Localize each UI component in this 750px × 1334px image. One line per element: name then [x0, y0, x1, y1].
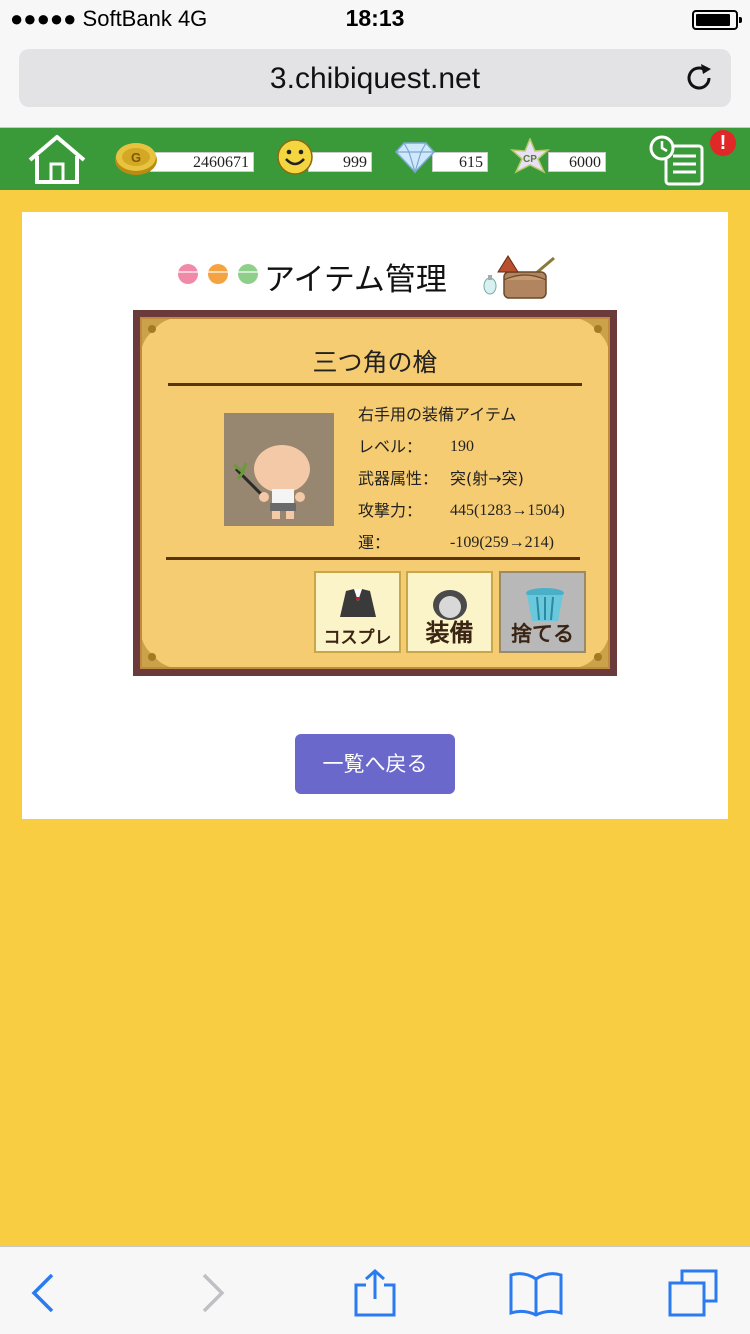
- chibi-character-icon: [233, 445, 310, 519]
- pink-dot-icon: [178, 264, 198, 284]
- svg-text:G: G: [131, 150, 141, 165]
- stat-label: 武器属性：: [358, 469, 439, 488]
- stat-value: 突(射→突): [450, 469, 524, 488]
- stat-row-attack: 攻撃力： 445(1283→1504): [358, 495, 608, 527]
- stat-row-level: レベル： 190: [358, 431, 608, 463]
- status-bar: ●●●●● SoftBank 4G 18:13: [0, 0, 750, 40]
- cp-counter: 6000 CP: [508, 138, 608, 178]
- back-arrow-icon[interactable]: [22, 1269, 72, 1317]
- gold-counter: 2460671 G: [114, 138, 256, 178]
- url-text: 3.chibiquest.net: [269, 62, 481, 95]
- home-icon[interactable]: [24, 132, 90, 188]
- page-title: アイテム管理: [264, 262, 447, 298]
- tabs-icon[interactable]: [668, 1269, 718, 1317]
- notification-badge[interactable]: !: [710, 130, 736, 156]
- clock-list-icon[interactable]: [648, 132, 710, 188]
- smile-icon: [277, 139, 313, 175]
- bookmarks-icon[interactable]: [508, 1269, 564, 1317]
- cp-star-icon: CP: [509, 138, 551, 174]
- character-portrait: [224, 413, 334, 526]
- item-card: 三つ角の槍 右手用の装備アイテム レベル： 190 武器属性： 突(射→突) 攻…: [133, 310, 617, 676]
- stat-label: 運：: [358, 533, 391, 552]
- stat-value: 445(1283→1504): [450, 502, 565, 519]
- browser-toolbar: [0, 1246, 750, 1334]
- stat-label: 攻撃力：: [358, 501, 423, 520]
- page-heading: アイテム管理: [172, 252, 592, 302]
- browser-address-bar: 3.chibiquest.net: [0, 40, 750, 128]
- gold-value: 2460671: [150, 152, 254, 172]
- stat-row-luck: 運： -109(259→214): [358, 527, 608, 559]
- discard-button[interactable]: 捨てる: [499, 571, 586, 653]
- back-to-list-button[interactable]: 一覧へ戻る: [295, 734, 455, 794]
- diamond-icon: [394, 142, 436, 175]
- diamond-value: 615: [432, 152, 488, 172]
- svg-text:CP: CP: [523, 154, 537, 165]
- divider-top: [168, 383, 582, 386]
- item-description: 右手用の装備アイテム: [358, 405, 517, 424]
- diamond-counter: 615: [392, 138, 490, 178]
- stat-value: 190: [450, 438, 474, 455]
- green-dot-icon: [238, 264, 258, 284]
- cosplay-label: コスプレ: [323, 628, 392, 648]
- stat-row-weapon-attribute: 武器属性： 突(射→突): [358, 463, 608, 495]
- share-icon[interactable]: [350, 1269, 400, 1317]
- forward-arrow-icon[interactable]: [186, 1269, 236, 1317]
- orange-dot-icon: [208, 264, 228, 284]
- item-info: 右手用の装備アイテム レベル： 190 武器属性： 突(射→突) 攻撃力： 44…: [358, 399, 608, 559]
- url-field[interactable]: 3.chibiquest.net: [19, 49, 731, 107]
- item-management-panel: アイテム管理 三つ角の槍 右手用の装備アイテム レベル： 190 武器属性： 突…: [22, 212, 728, 819]
- reload-icon[interactable]: [681, 60, 717, 96]
- item-bag-icon: [483, 255, 555, 299]
- clock: 18:13: [345, 5, 405, 31]
- item-name: 三つ角の槍: [312, 348, 438, 377]
- smile-counter: 999: [276, 138, 374, 178]
- cp-value: 6000: [548, 152, 606, 172]
- equip-button[interactable]: 装備: [406, 571, 493, 653]
- corner-ornament-icon: [142, 639, 170, 667]
- gold-coin-icon: G: [115, 143, 157, 175]
- cosplay-button[interactable]: コスプレ: [314, 571, 401, 653]
- discard-label: 捨てる: [511, 622, 574, 646]
- stat-label: レベル：: [358, 437, 423, 456]
- stat-value: -109(259→214): [450, 534, 554, 551]
- battery-icon: [692, 10, 742, 30]
- game-header-bar: 2460671 G 999 615 6000 CP: [0, 128, 750, 190]
- equip-label: 装備: [425, 619, 474, 647]
- divider-bottom: [166, 557, 580, 560]
- suit-jacket-icon: [340, 589, 376, 617]
